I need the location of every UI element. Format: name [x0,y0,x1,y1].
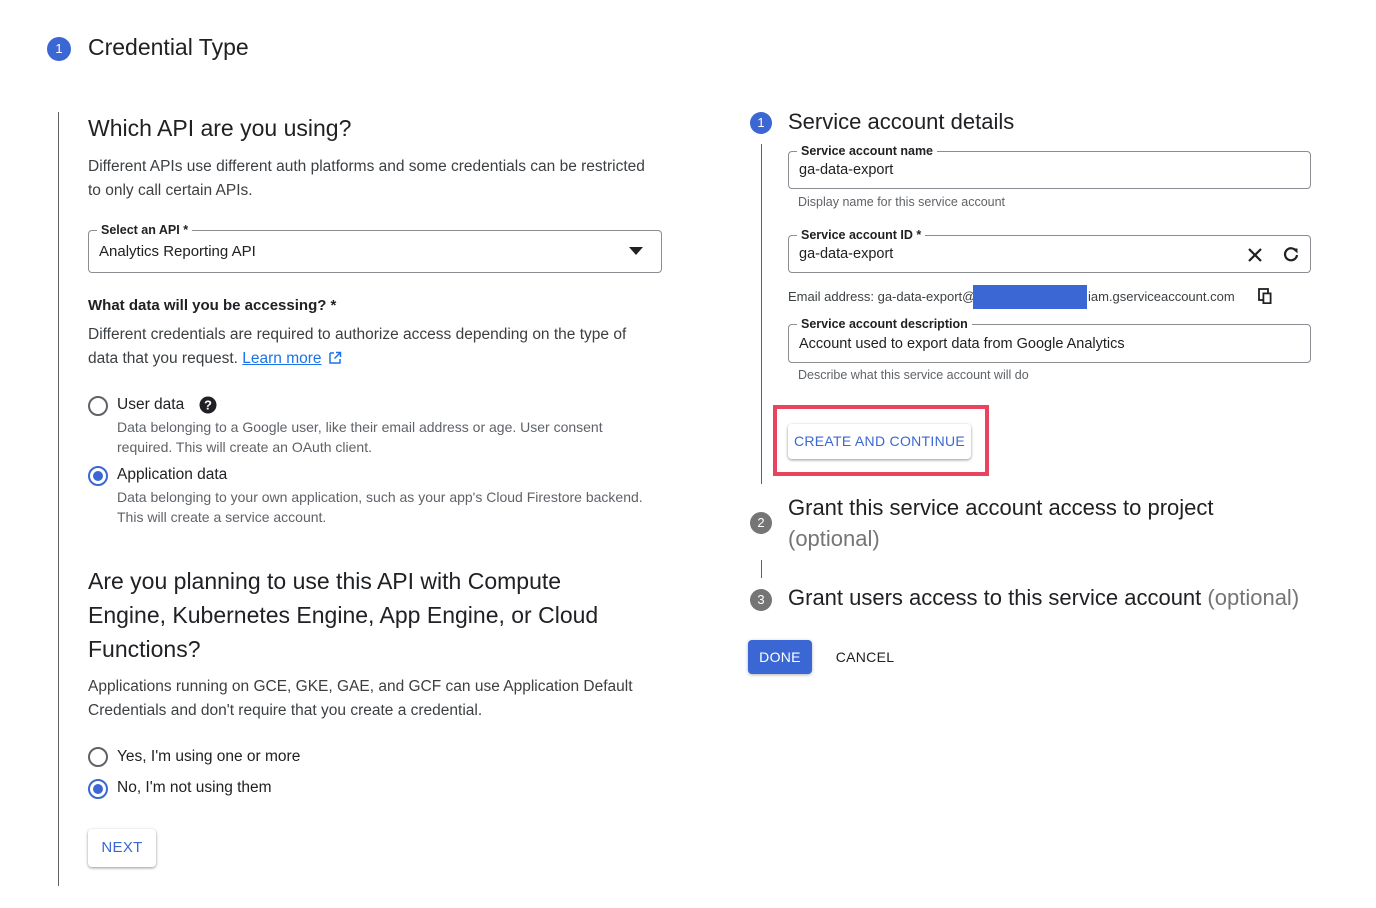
service-account-description-field[interactable]: Service account description Account used… [788,316,1311,363]
data-heading: What data will you be accessing? * [88,297,337,314]
next-button[interactable]: NEXT [88,829,156,867]
application-data-label: Application data [117,466,228,483]
user-data-label: User data [117,396,185,413]
step-2-title: Grant this service account access to pro… [788,495,1214,551]
compute-description: Applications running on GCE, GKE, GAE, a… [88,678,633,719]
refresh-icon[interactable] [1282,246,1300,264]
compute-yes-radio[interactable] [88,747,108,767]
email-address-prefix: Email address: ga-data-export@ [788,289,976,304]
api-select-label: Select an API * [97,222,193,238]
compute-heading: Are you planning to use this API with Co… [88,568,599,662]
service-account-name-hint: Display name for this service account [798,195,1006,209]
service-account-id-label: Service account ID * [797,227,926,243]
step-1-connector [761,144,762,484]
clear-icon[interactable] [1247,247,1263,263]
api-select-value: Analytics Reporting API [99,243,256,260]
service-account-details-title: Service account details [788,109,1015,134]
compute-yes-label: Yes, I'm using one or more [117,748,301,765]
service-account-description-label: Service account description [797,316,972,332]
service-account-name-value: ga-data-export [799,162,894,178]
service-account-description-value: Account used to export data from Google … [799,336,1125,352]
create-and-continue-button[interactable]: CREATE AND CONTINUE [788,424,971,459]
service-account-name-label: Service account name [797,143,938,159]
application-data-description: Data belonging to your own application, … [117,489,643,525]
done-button[interactable]: DONE [748,640,812,674]
step-connector-line [58,112,59,886]
compute-no-label: No, I'm not using them [117,779,272,796]
service-account-name-field[interactable]: Service account name ga-data-export [788,143,1311,189]
api-description: Different APIs use different auth platfo… [88,158,645,199]
api-select[interactable]: Select an API * Analytics Reporting API [88,222,662,273]
user-data-radio[interactable] [88,396,108,416]
step-2-badge: 2 [750,512,772,534]
service-account-description-hint: Describe what this service account will … [798,368,1029,382]
data-description: Different credentials are required to au… [88,326,627,367]
email-redaction [973,285,1087,309]
svg-text:?: ? [204,398,212,413]
help-icon[interactable]: ? [199,396,217,414]
service-account-id-field[interactable]: Service account ID * ga-data-export [788,227,1311,273]
service-account-id-value: ga-data-export [799,246,894,262]
step-1-indicator: 1 [47,37,71,61]
api-heading: Which API are you using? [88,115,352,141]
learn-more-link[interactable]: Learn more [242,350,321,367]
step-1-badge: 1 [750,112,772,134]
step-3-badge: 3 [750,589,772,611]
dropdown-arrow-icon[interactable] [629,247,643,255]
email-address-suffix: iam.gserviceaccount.com [1088,289,1235,304]
step-2-connector [761,560,762,578]
cancel-button[interactable]: CANCEL [828,640,902,674]
compute-no-radio[interactable] [88,779,108,799]
external-link-icon[interactable] [328,351,342,365]
page-title: Credential Type [88,34,249,60]
copy-icon[interactable] [1258,288,1273,305]
application-data-radio[interactable] [88,466,108,486]
user-data-description: Data belonging to a Google user, like th… [117,419,603,455]
step-3-title: Grant users access to this service accou… [788,585,1300,610]
